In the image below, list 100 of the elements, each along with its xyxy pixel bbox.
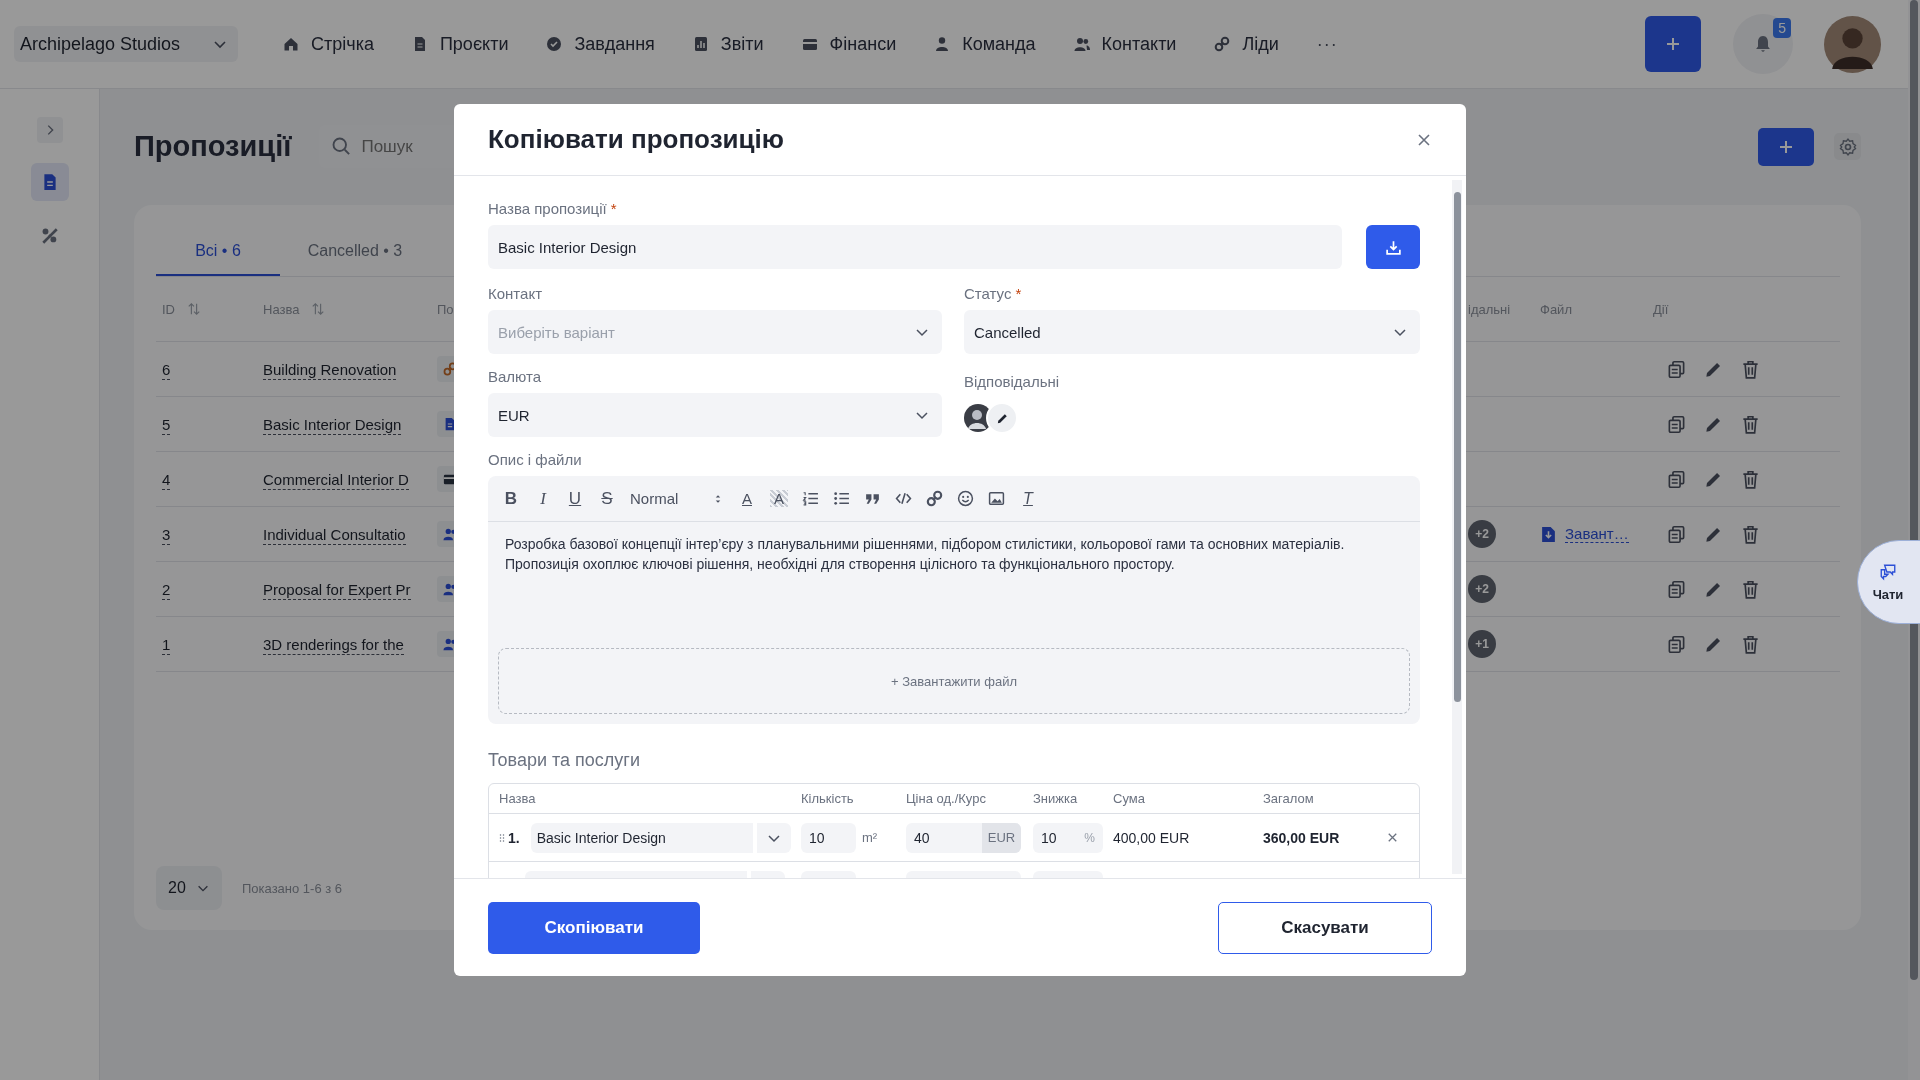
background-button[interactable]: A bbox=[770, 490, 788, 507]
notification-badge: 5 bbox=[1773, 18, 1791, 38]
page-size-select[interactable]: 20 bbox=[156, 866, 222, 910]
proposal-link[interactable]: Commercial Interior D bbox=[263, 470, 409, 490]
nav-link[interactable]: Контакти bbox=[1073, 33, 1177, 55]
column-header: Загалом bbox=[1263, 791, 1315, 806]
user-avatar[interactable] bbox=[1824, 15, 1881, 73]
copy-icon[interactable] bbox=[1667, 414, 1686, 434]
nav-link[interactable]: Завдання bbox=[546, 33, 655, 55]
currency-select[interactable]: EUR bbox=[488, 393, 942, 437]
column-header: Дії bbox=[1653, 301, 1669, 317]
image-icon[interactable] bbox=[988, 490, 1005, 507]
table-cell[interactable]: 4 bbox=[162, 470, 171, 490]
delete-icon[interactable] bbox=[1741, 634, 1760, 654]
settings-icon bbox=[1837, 136, 1858, 157]
delete-icon[interactable] bbox=[1741, 359, 1760, 379]
clear-button[interactable]: T bbox=[1019, 489, 1037, 508]
wallet-icon bbox=[801, 36, 818, 52]
quantity-field[interactable]: 10 bbox=[801, 822, 856, 853]
description-text[interactable]: Розробка базової концепції інтер’єру з планувальними рішеннями, підбором стилістики, кольорової гами та основних матеріалів. Пропозиція охоплює ключові рішення, необхідні для створення цілісного та функціонального простору. bbox=[488, 522, 1420, 648]
underline-button[interactable]: U bbox=[566, 488, 584, 509]
file-link[interactable]: Завант… bbox=[1565, 525, 1629, 543]
color-button[interactable]: A bbox=[738, 490, 756, 507]
sidebar-item[interactable] bbox=[30, 163, 69, 201]
nav-link[interactable]: Фінанси bbox=[801, 33, 897, 55]
add-button[interactable] bbox=[1758, 127, 1814, 166]
plus-icon bbox=[1665, 36, 1681, 52]
delete-icon[interactable] bbox=[1741, 524, 1760, 544]
column-header: По bbox=[437, 301, 454, 317]
proposal-link[interactable]: 3D renderings for the bbox=[263, 635, 404, 655]
filter-tab[interactable]: Всі • 6 bbox=[156, 227, 280, 276]
emoji-icon[interactable] bbox=[957, 490, 974, 507]
settings-button[interactable] bbox=[1834, 133, 1861, 160]
required-mark: * bbox=[1015, 285, 1022, 302]
proposal-link[interactable]: Individual Consultatio bbox=[263, 525, 406, 545]
notifications-button[interactable]: 5 bbox=[1733, 14, 1793, 74]
download-button[interactable] bbox=[1366, 225, 1420, 269]
code-icon[interactable] bbox=[895, 490, 912, 507]
file-upload-area[interactable]: + Завантажити файл bbox=[498, 648, 1410, 714]
person-icon bbox=[934, 36, 951, 52]
nav-link[interactable]: Звіти bbox=[692, 33, 764, 55]
table-cell[interactable]: 1 bbox=[162, 635, 171, 655]
workspace-selector[interactable]: Archipelago Studios bbox=[14, 26, 238, 62]
price-field[interactable]: 40 EUR bbox=[906, 822, 1021, 853]
field-label: Назва пропозиції bbox=[488, 200, 607, 217]
delete-icon[interactable] bbox=[1741, 579, 1760, 599]
bar-chart-icon bbox=[692, 36, 709, 52]
drag-handle-icon[interactable] bbox=[499, 832, 505, 843]
percent-label: % bbox=[1084, 830, 1095, 845]
proposal-link[interactable]: Proposal for Expert Pr bbox=[263, 580, 411, 600]
bullet-list-icon[interactable] bbox=[833, 490, 850, 507]
column-header: ідальні bbox=[1468, 301, 1511, 317]
discount-field[interactable]: 10 % bbox=[1033, 822, 1103, 853]
input-field[interactable]: Basic Interior Design bbox=[488, 225, 1342, 269]
italic-button[interactable]: I bbox=[534, 488, 552, 509]
field-label: Опис і файли bbox=[488, 451, 582, 468]
strike-button[interactable]: S bbox=[598, 488, 616, 509]
more-menu[interactable]: ··· bbox=[1316, 33, 1338, 55]
scrollbar[interactable] bbox=[1910, 0, 1918, 980]
status-select[interactable]: Cancelled bbox=[964, 310, 1420, 354]
table-cell[interactable]: 3 bbox=[162, 525, 171, 545]
delete-icon[interactable] bbox=[1741, 469, 1760, 489]
expand-sidebar-button[interactable] bbox=[36, 117, 63, 143]
proposal-link[interactable]: Building Renovation bbox=[263, 360, 397, 380]
add-button[interactable] bbox=[1645, 16, 1701, 72]
column-header: Кількість bbox=[801, 791, 855, 806]
text-style-select[interactable]: Normal bbox=[630, 490, 724, 507]
section-title: Товари та послуги bbox=[488, 750, 641, 771]
nav-link[interactable]: Ліди bbox=[1214, 33, 1279, 55]
file-download-icon bbox=[1540, 525, 1557, 543]
copy-icon[interactable] bbox=[1667, 634, 1686, 654]
bold-button[interactable]: B bbox=[502, 488, 520, 509]
chats-button[interactable]: Чати bbox=[1857, 540, 1920, 624]
delete-icon[interactable] bbox=[1741, 414, 1760, 434]
nav-link[interactable]: Команда bbox=[934, 33, 1036, 55]
filter-tab[interactable]: Cancelled • 3 bbox=[280, 227, 430, 276]
page-title: Пропозиції bbox=[134, 130, 292, 163]
column-header: Назва bbox=[499, 791, 537, 806]
table-cell[interactable]: 2 bbox=[162, 580, 171, 600]
proposal-link[interactable]: Basic Interior Design bbox=[263, 415, 402, 435]
copy-icon[interactable] bbox=[1667, 524, 1686, 544]
table-cell[interactable]: 5 bbox=[162, 415, 171, 435]
copy-icon[interactable] bbox=[1667, 359, 1686, 379]
close-icon[interactable] bbox=[1416, 131, 1432, 148]
product-select[interactable]: Basic Interior Design bbox=[530, 822, 753, 853]
copy-button[interactable]: Скопіювати bbox=[488, 901, 700, 954]
more-assignees-badge: +1 bbox=[1468, 630, 1496, 658]
table-cell[interactable]: 6 bbox=[162, 360, 171, 380]
download-icon bbox=[1384, 238, 1402, 256]
link-icon[interactable] bbox=[926, 490, 943, 507]
scrollbar[interactable] bbox=[1453, 192, 1461, 702]
nav-link[interactable]: Стрічка bbox=[283, 33, 374, 55]
nav-link[interactable]: Проєкти bbox=[411, 33, 509, 55]
copy-icon[interactable] bbox=[1667, 469, 1686, 489]
cancel-button[interactable]: Скасувати bbox=[1218, 901, 1432, 954]
column-header: ID bbox=[162, 301, 175, 317]
column-header: Файл bbox=[1540, 301, 1572, 317]
ordered-list-icon[interactable] bbox=[802, 490, 819, 507]
copy-icon[interactable] bbox=[1667, 579, 1686, 599]
unit-label: m² bbox=[862, 830, 878, 845]
